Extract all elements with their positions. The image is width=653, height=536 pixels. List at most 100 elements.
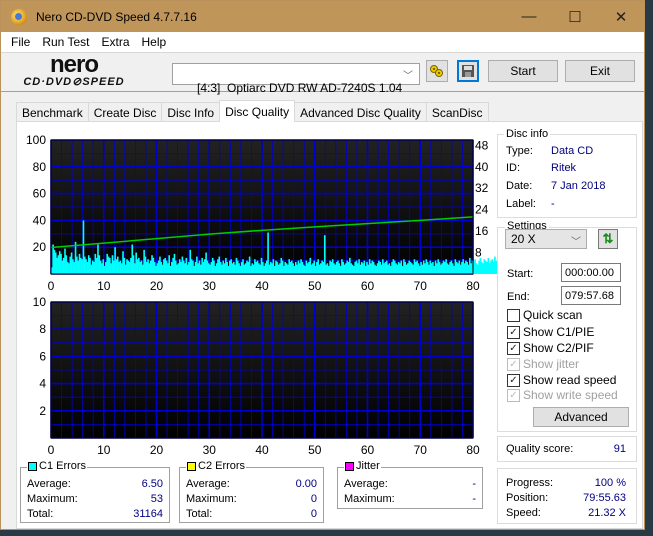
start-button[interactable]: Start <box>488 60 558 82</box>
quality-score-value: 91 <box>613 443 626 455</box>
jitter-maximum-label: Maximum: <box>344 493 395 505</box>
c2-maximum-value: 0 <box>310 493 317 505</box>
jitter-title: Jitter <box>356 460 380 472</box>
tab-create-disc[interactable]: Create Disc <box>87 102 163 122</box>
speed-select-value: 20 X <box>511 232 536 246</box>
c1-color-swatch <box>28 461 37 471</box>
c2-color-swatch <box>187 461 196 471</box>
app-window: Nero CD-DVD Speed 4.7.7.16 — ☐ ✕ File Ru… <box>0 0 645 530</box>
y-right-tick-label: 8 <box>475 246 482 260</box>
jitter-color-swatch <box>345 461 354 471</box>
y-tick-label: 100 <box>26 133 46 147</box>
menu-bar: File Run Test Extra Help <box>1 32 644 52</box>
tab-scandisc[interactable]: ScanDisc <box>425 102 489 122</box>
x-tick-label: 30 <box>203 279 217 293</box>
menu-extra[interactable]: Extra <box>95 35 135 49</box>
exit-button[interactable]: Exit <box>565 60 635 82</box>
eject-icon <box>430 65 443 77</box>
save-button[interactable] <box>457 60 479 82</box>
menu-help[interactable]: Help <box>136 35 173 49</box>
show-read-speed-checkbox[interactable]: ✓ Show read speed <box>507 373 616 387</box>
x-tick-label: 50 <box>308 279 322 293</box>
speed-label: Speed: <box>506 507 541 519</box>
c1-maximum-value: 53 <box>150 493 163 505</box>
x-tick-label: 60 <box>361 279 375 293</box>
c1-total-label: Total: <box>27 508 54 520</box>
advanced-button[interactable]: Advanced <box>533 407 629 427</box>
y-tick-label: 4 <box>39 377 46 391</box>
save-icon <box>462 65 474 77</box>
end-label: End: <box>507 291 530 303</box>
eject-button[interactable] <box>426 60 448 82</box>
c2-maximum-label: Maximum: <box>186 493 237 505</box>
x-tick-label: 0 <box>48 443 55 457</box>
c2-total-label: Total: <box>186 508 213 520</box>
title-bar: Nero CD-DVD Speed 4.7.7.16 — ☐ ✕ <box>1 1 644 32</box>
c1-average-label: Average: <box>27 478 71 490</box>
speed-value: 21.32 X <box>588 507 626 519</box>
x-tick-label: 80 <box>466 279 480 293</box>
c1-maximum-label: Maximum: <box>27 493 78 505</box>
show-c2-checkbox[interactable]: ✓ Show C2/PIF <box>507 341 594 355</box>
c2-average-value: 0.00 <box>295 478 317 490</box>
tab-advanced-disc-quality[interactable]: Advanced Disc Quality <box>294 102 427 122</box>
x-tick-label: 70 <box>414 279 428 293</box>
c1-errors-group: C1 Errors Average: 6.50 Maximum: 53 Total:… <box>20 460 170 523</box>
progress-group: Progress: 100 % Position: 79:55.63 Speed… <box>497 468 637 524</box>
start-label: Start: <box>507 268 534 280</box>
y-tick-label: 60 <box>33 187 47 201</box>
menu-file[interactable]: File <box>5 35 36 49</box>
y-tick-label: 20 <box>33 240 47 254</box>
refresh-icon: ⇅ <box>602 231 614 246</box>
refresh-button[interactable]: ⇅ <box>598 229 618 249</box>
position-label: Position: <box>506 492 549 504</box>
speed-select[interactable]: 20 X ﹀ <box>505 229 587 249</box>
minimize-button[interactable]: — <box>506 1 552 32</box>
start-time-input[interactable] <box>561 263 621 282</box>
x-tick-label: 40 <box>255 279 269 293</box>
progress-value: 100 % <box>594 477 626 489</box>
c1-total-value: 31164 <box>133 508 163 520</box>
show-c1-checkbox[interactable]: ✓ Show C1/PIE <box>507 325 594 339</box>
c2-errors-group: C2 Errors Average: 0.00 Maximum: 0 Total: 0 <box>179 460 324 523</box>
show-write-speed-checkbox[interactable]: ✓ Show write speed <box>507 388 618 402</box>
tab-bar: Benchmark Create Disc Disc Info Disc Qua… <box>16 100 489 122</box>
app-icon <box>11 8 27 25</box>
y-tick-label: 40 <box>33 213 47 227</box>
quality-score-group: Quality score: 91 <box>497 436 637 462</box>
c2-total-value: 0 <box>310 508 317 520</box>
x-tick-label: 20 <box>150 279 164 293</box>
checkmark-icon: ✓ <box>507 388 520 402</box>
jitter-maximum-value: - <box>472 493 476 505</box>
y-right-tick-label: 40 <box>475 160 489 174</box>
checkmark-icon: ✓ <box>507 373 520 387</box>
show-jitter-checkbox[interactable]: ✓ Show jitter <box>507 357 579 371</box>
quick-scan-checkbox[interactable]: Quick scan <box>507 308 582 322</box>
checkmark-icon: ✓ <box>507 341 520 355</box>
menu-run-test[interactable]: Run Test <box>36 35 95 49</box>
close-button[interactable]: ✕ <box>598 1 644 32</box>
y-tick-label: 8 <box>39 322 46 336</box>
progress-label: Progress: <box>506 477 554 489</box>
y-tick-label: 2 <box>39 404 46 418</box>
drive-select[interactable]: [4:3] Optiarc DVD RW AD-7240S 1.04 ﹀ <box>172 63 420 95</box>
y-right-tick-label: 16 <box>475 224 489 238</box>
logo-nero-text: nero <box>49 51 99 78</box>
tab-disc-info[interactable]: Disc Info <box>161 102 221 122</box>
tab-disc-quality[interactable]: Disc Quality <box>219 100 296 122</box>
x-tick-label: 10 <box>97 279 111 293</box>
x-tick-label: 50 <box>308 443 322 457</box>
chevron-down-icon: ﹀ <box>403 71 413 82</box>
maximize-button[interactable]: ☐ <box>552 1 598 32</box>
c2-average-label: Average: <box>186 478 230 490</box>
end-time-input[interactable] <box>561 286 621 305</box>
y-tick-label: 10 <box>33 295 47 309</box>
nero-logo: nero CD·DVD⊘SPEED <box>14 51 134 91</box>
c1-average-value: 6.50 <box>141 478 163 490</box>
y-tick-label: 6 <box>39 349 46 363</box>
window-title: Nero CD-DVD Speed 4.7.7.16 <box>36 9 197 24</box>
tab-benchmark[interactable]: Benchmark <box>16 102 89 122</box>
y-right-tick-label: 24 <box>475 203 489 217</box>
checkmark-icon: ✓ <box>507 325 520 339</box>
chevron-down-icon: ﹀ <box>571 237 581 248</box>
